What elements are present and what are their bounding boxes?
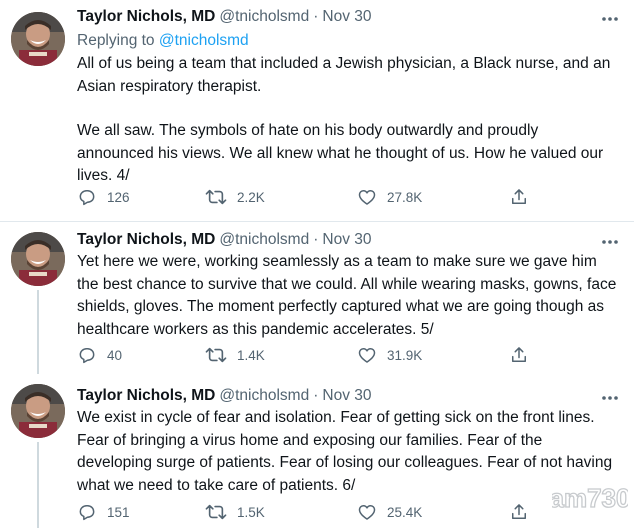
tweet-header: Taylor Nichols, MD @tnicholsmd · Nov 30 xyxy=(77,229,372,251)
tweet-text: We exist in cycle of fear and isolation.… xyxy=(77,407,617,497)
tweet-date[interactable]: Nov 30 xyxy=(322,231,371,248)
avatar-photo xyxy=(11,12,65,66)
reply-count: 40 xyxy=(107,347,123,363)
avatar[interactable] xyxy=(11,12,65,66)
like-button[interactable]: 27.8K xyxy=(357,186,422,208)
reply-count: 126 xyxy=(107,189,130,205)
retweet-count: 1.5K xyxy=(237,504,265,520)
like-count: 27.8K xyxy=(387,189,423,205)
like-count: 25.4K xyxy=(387,504,423,520)
tweet-actions: 40 1.4K 31.9K xyxy=(77,344,547,366)
tweet-text: All of us being a team that included a J… xyxy=(77,53,617,188)
share-button[interactable] xyxy=(509,344,539,366)
share-button[interactable] xyxy=(509,186,539,208)
replying-to-label: Replying to xyxy=(77,32,155,49)
tweet-actions: 126 2.2K 27.8K xyxy=(77,186,547,208)
watermark-text: am730 xyxy=(552,483,628,513)
like-button[interactable]: 25.4K xyxy=(357,501,422,523)
tweet-header: Taylor Nichols, MD @tnicholsmd · Nov 30 xyxy=(77,6,372,28)
author-name[interactable]: Taylor Nichols, MD xyxy=(77,231,215,248)
share-icon xyxy=(509,502,539,522)
tweet-paragraph: We all saw. The symbols of hate on his b… xyxy=(77,122,604,184)
separator-dot: · xyxy=(313,387,319,404)
retweet-icon xyxy=(205,502,237,522)
author-handle[interactable]: @tnicholsmd xyxy=(219,231,309,248)
tweet-3[interactable]: Taylor Nichols, MD @tnicholsmd · Nov 30 We … xyxy=(0,374,634,528)
comment-icon xyxy=(77,187,107,207)
thread-line xyxy=(37,290,39,374)
heart-icon xyxy=(357,187,387,207)
author-name[interactable]: Taylor Nichols, MD xyxy=(77,8,215,25)
tweet-actions: 151 1.5K 25.4K xyxy=(77,501,547,523)
more-horizontal-icon[interactable] xyxy=(600,232,620,252)
share-icon xyxy=(509,345,539,365)
separator-dot: · xyxy=(313,8,319,25)
thread-line xyxy=(37,442,39,528)
comment-icon xyxy=(77,345,107,365)
tweet-date[interactable]: Nov 30 xyxy=(322,387,371,404)
share-button[interactable] xyxy=(509,501,539,523)
retweet-icon xyxy=(205,187,237,207)
tweet-1[interactable]: Taylor Nichols, MD @tnicholsmd · Nov 30 Rep… xyxy=(0,0,634,220)
tweet-date[interactable]: Nov 30 xyxy=(322,8,371,25)
retweet-button[interactable]: 1.5K xyxy=(205,501,265,523)
reply-button[interactable]: 40 xyxy=(77,344,122,366)
heart-icon xyxy=(357,345,387,365)
retweet-count: 1.4K xyxy=(237,347,265,363)
like-count: 31.9K xyxy=(387,347,423,363)
retweet-button[interactable]: 1.4K xyxy=(205,344,265,366)
tweet-2[interactable]: Taylor Nichols, MD @tnicholsmd · Nov 30 Yet… xyxy=(0,222,634,374)
tweet-paragraph: All of us being a team that included a J… xyxy=(77,55,611,95)
avatar-photo xyxy=(11,232,65,286)
watermark-logo: am730 xyxy=(549,476,631,518)
avatar[interactable] xyxy=(11,384,65,438)
more-horizontal-icon[interactable] xyxy=(600,9,620,29)
heart-icon xyxy=(357,502,387,522)
replying-to: Replying to @tnicholsmd xyxy=(77,30,249,52)
like-button[interactable]: 31.9K xyxy=(357,344,422,366)
tweet-header: Taylor Nichols, MD @tnicholsmd · Nov 30 xyxy=(77,385,372,407)
avatar-photo xyxy=(11,384,65,438)
retweet-icon xyxy=(205,345,237,365)
author-handle[interactable]: @tnicholsmd xyxy=(219,387,309,404)
author-handle[interactable]: @tnicholsmd xyxy=(219,8,309,25)
tweet-paragraph: Yet here we were, working seamlessly as … xyxy=(77,253,617,338)
share-icon xyxy=(509,187,539,207)
reply-button[interactable]: 126 xyxy=(77,186,130,208)
replying-to-handle[interactable]: @tnicholsmd xyxy=(159,32,249,49)
author-name[interactable]: Taylor Nichols, MD xyxy=(77,387,215,404)
tweet-text: Yet here we were, working seamlessly as … xyxy=(77,251,617,341)
retweet-count: 2.2K xyxy=(237,189,265,205)
reply-count: 151 xyxy=(107,504,130,520)
separator-dot: · xyxy=(313,231,319,248)
reply-button[interactable]: 151 xyxy=(77,501,130,523)
more-horizontal-icon[interactable] xyxy=(600,388,620,408)
tweet-paragraph: We exist in cycle of fear and isolation.… xyxy=(77,409,613,494)
comment-icon xyxy=(77,502,107,522)
avatar[interactable] xyxy=(11,232,65,286)
retweet-button[interactable]: 2.2K xyxy=(205,186,265,208)
